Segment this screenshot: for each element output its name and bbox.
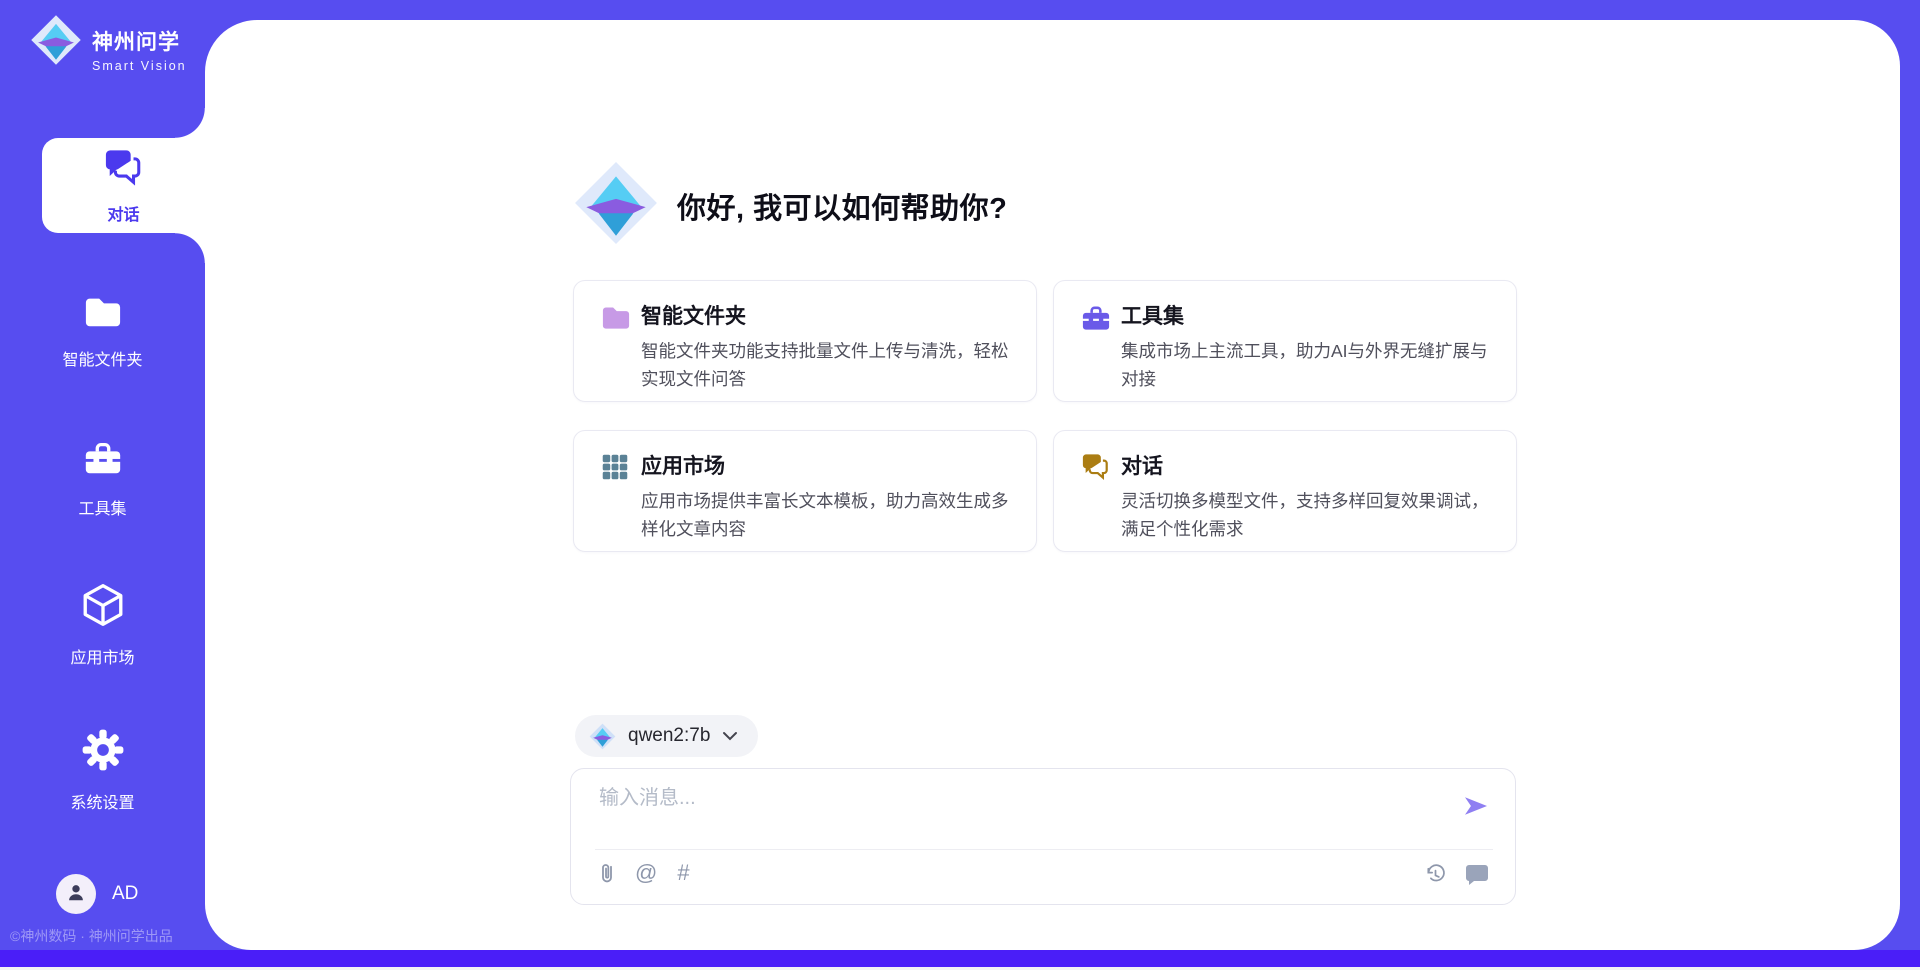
chat-icon bbox=[1080, 452, 1112, 484]
history-icon[interactable] bbox=[1424, 863, 1447, 886]
active-tab-fillet-bottom bbox=[175, 233, 205, 263]
model-name: qwen2:7b bbox=[628, 725, 710, 747]
sidebar-item-toolset[interactable]: 工具集 bbox=[0, 437, 205, 519]
message-input[interactable] bbox=[599, 781, 1439, 843]
toolbox-icon bbox=[81, 437, 125, 484]
chevron-down-icon bbox=[722, 731, 738, 741]
person-icon bbox=[65, 881, 87, 908]
feature-card-toolset[interactable]: 工具集 集成市场上主流工具，助力AI与外界无缝扩展与对接 bbox=[1053, 280, 1517, 402]
brand-subtitle: Smart Vision bbox=[92, 59, 187, 73]
sidebar-item-app-market[interactable]: 应用市场 bbox=[0, 582, 205, 668]
brand-header: 神州问学 Smart Vision bbox=[0, 0, 205, 90]
card-title: 对话 bbox=[1121, 450, 1163, 480]
card-title: 应用市场 bbox=[641, 450, 725, 480]
diamond-logo-icon bbox=[589, 723, 616, 750]
sidebar-item-label: 对话 bbox=[107, 201, 139, 225]
cube-icon bbox=[80, 582, 126, 633]
sidebar-item-label: 智能文件夹 bbox=[62, 346, 142, 370]
folder-icon bbox=[81, 292, 125, 335]
sidebar-item-label: 工具集 bbox=[78, 495, 126, 519]
sidebar-item-chat[interactable]: 对话 bbox=[42, 138, 205, 233]
composer-divider bbox=[595, 849, 1493, 850]
feature-card-app-market[interactable]: 应用市场 应用市场提供丰富长文本模板，助力高效生成多样化文章内容 bbox=[573, 430, 1037, 552]
sidebar-footer-text: ©神州数码 · 神州问学出品 bbox=[10, 926, 205, 946]
folder-icon bbox=[600, 302, 632, 334]
greeting-block: 你好, 我可以如何帮助你? bbox=[573, 160, 1007, 251]
sidebar-item-label: 应用市场 bbox=[70, 644, 134, 668]
active-tab-fillet-top bbox=[175, 108, 205, 138]
paperclip-icon[interactable] bbox=[599, 861, 615, 885]
brand-name: 神州问学 bbox=[92, 26, 187, 56]
toolbox-icon bbox=[1080, 302, 1112, 334]
model-selector[interactable]: qwen2:7b bbox=[575, 715, 758, 757]
message-composer: @ # bbox=[570, 768, 1516, 905]
composer-toolbar: @ # bbox=[599, 861, 690, 885]
sidebar-item-label: 系统设置 bbox=[70, 789, 134, 813]
grid-icon bbox=[600, 452, 632, 484]
gear-icon bbox=[80, 727, 126, 778]
user-initials: AD bbox=[112, 883, 138, 905]
card-description: 应用市场提供丰富长文本模板，助力高效生成多样化文章内容 bbox=[641, 487, 1015, 544]
chat-bubble-icon[interactable] bbox=[1465, 864, 1489, 885]
chat-icon bbox=[102, 147, 146, 192]
app-root: 神州问学 Smart Vision 对话 智能文件夹 bbox=[0, 0, 1920, 970]
feature-card-chat[interactable]: 对话 灵活切换多模型文件，支持多样回复效果调试，满足个性化需求 bbox=[1053, 430, 1517, 552]
diamond-logo-icon bbox=[573, 160, 659, 251]
card-title: 工具集 bbox=[1121, 300, 1184, 330]
card-description: 灵活切换多模型文件，支持多样回复效果调试，满足个性化需求 bbox=[1121, 487, 1495, 544]
avatar bbox=[56, 874, 96, 914]
card-description: 集成市场上主流工具，助力AI与外界无缝扩展与对接 bbox=[1121, 337, 1495, 394]
greeting-text: 你好, 我可以如何帮助你? bbox=[677, 185, 1007, 227]
composer-right-icons bbox=[1424, 863, 1489, 886]
user-profile[interactable]: AD bbox=[56, 874, 138, 914]
send-icon[interactable] bbox=[1463, 795, 1489, 822]
bottom-accent-bar bbox=[0, 950, 1920, 967]
hash-icon[interactable]: # bbox=[677, 862, 689, 884]
sidebar-item-smart-folder[interactable]: 智能文件夹 bbox=[0, 292, 205, 370]
feature-card-smart-folder[interactable]: 智能文件夹 智能文件夹功能支持批量文件上传与清洗，轻松实现文件问答 bbox=[573, 280, 1037, 402]
diamond-logo-icon bbox=[30, 14, 82, 71]
sidebar-item-settings[interactable]: 系统设置 bbox=[0, 727, 205, 813]
at-icon[interactable]: @ bbox=[635, 862, 657, 884]
brand-text: 神州问学 Smart Vision bbox=[92, 26, 187, 73]
card-title: 智能文件夹 bbox=[641, 300, 746, 330]
card-description: 智能文件夹功能支持批量文件上传与清洗，轻松实现文件问答 bbox=[641, 337, 1015, 394]
